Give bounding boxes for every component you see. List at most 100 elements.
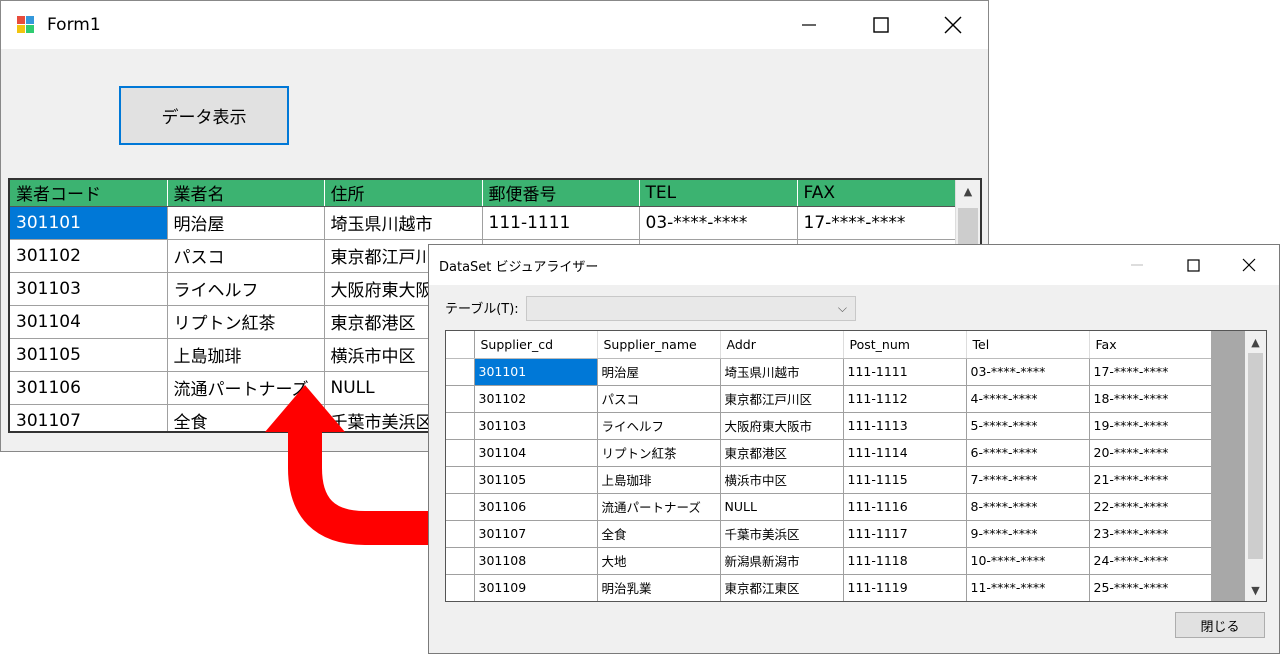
column-header[interactable]: Fax (1089, 331, 1212, 359)
grid-cell[interactable]: 5-****-**** (966, 412, 1090, 440)
column-header[interactable]: TEL (639, 180, 798, 207)
column-header[interactable]: Post_num (843, 331, 967, 359)
grid-cell[interactable]: パスコ (597, 385, 721, 413)
grid-cell[interactable]: 19-****-**** (1089, 412, 1212, 440)
row-header-corner[interactable] (446, 331, 475, 359)
grid-cell[interactable]: 111-1112 (843, 385, 967, 413)
grid-cell[interactable]: 20-****-**** (1089, 439, 1212, 467)
grid-cell[interactable]: 上島珈琲 (167, 338, 325, 372)
grid-cell[interactable]: 6-****-**** (966, 439, 1090, 467)
grid-cell[interactable]: 301106 (474, 493, 598, 521)
column-header[interactable]: 業者コード (10, 180, 168, 207)
grid-cell[interactable]: 111-1113 (843, 412, 967, 440)
grid-cell[interactable]: 千葉市美浜区 (720, 520, 844, 548)
grid-cell[interactable]: 8-****-**** (966, 493, 1090, 521)
grid-cell[interactable]: 111-1116 (843, 493, 967, 521)
row-header[interactable] (446, 439, 475, 467)
table-row[interactable]: 301106 流通パートナーズ NULL 111-1116 8-****-***… (446, 493, 1212, 521)
grid-cell[interactable]: 301107 (10, 404, 168, 431)
grid-cell[interactable]: 明治乳業 (597, 574, 721, 601)
maximize-button[interactable] (1165, 245, 1221, 285)
grid-cell[interactable]: 301101 (474, 358, 598, 386)
row-header[interactable] (446, 358, 475, 386)
table-select[interactable]: ⌵ (526, 296, 856, 321)
grid-cell[interactable]: 全食 (597, 520, 721, 548)
grid-cell[interactable]: 22-****-**** (1089, 493, 1212, 521)
grid-cell[interactable]: 301109 (474, 574, 598, 601)
grid-cell[interactable]: ライヘルフ (167, 272, 325, 306)
grid-cell[interactable]: 明治屋 (597, 358, 721, 386)
grid-cell[interactable]: 301102 (474, 385, 598, 413)
grid-cell[interactable]: 東京都江戸川区 (720, 385, 844, 413)
form1-titlebar[interactable]: Form1 (1, 1, 988, 49)
table-row[interactable]: 301104 リプトン紅茶 東京都港区 111-1114 6-****-****… (446, 439, 1212, 467)
minimize-button[interactable] (773, 1, 845, 49)
grid-cell[interactable]: 埼玉県川越市 (324, 206, 483, 240)
scrollbar-thumb[interactable] (958, 208, 978, 248)
grid-cell[interactable]: 東京都港区 (720, 439, 844, 467)
grid-cell[interactable]: 03-****-**** (639, 206, 798, 240)
grid-cell[interactable]: ライヘルフ (597, 412, 721, 440)
table-row[interactable]: 301108 大地 新潟県新潟市 111-1118 10-****-**** 2… (446, 547, 1212, 575)
scroll-up-icon[interactable]: ▲ (956, 180, 980, 202)
grid-cell[interactable]: 11-****-**** (966, 574, 1090, 601)
grid-cell[interactable]: 上島珈琲 (597, 466, 721, 494)
table-row[interactable]: 301105 上島珈琲 横浜市中区 111-1115 7-****-**** 2… (446, 466, 1212, 494)
grid-cell[interactable]: 流通パートナーズ (597, 493, 721, 521)
column-header[interactable]: FAX (797, 180, 956, 207)
grid-cell[interactable]: 横浜市中区 (720, 466, 844, 494)
grid-cell[interactable]: 23-****-**** (1089, 520, 1212, 548)
grid-cell[interactable]: 111-1117 (843, 520, 967, 548)
visualizer-titlebar[interactable]: DataSet ビジュアライザー (429, 245, 1279, 285)
grid-cell[interactable]: 301105 (474, 466, 598, 494)
column-header[interactable]: 住所 (324, 180, 483, 207)
grid-cell[interactable]: 301106 (10, 371, 168, 405)
table-row[interactable]: 301101 明治屋 埼玉県川越市 111-1111 03-****-**** … (10, 206, 956, 240)
grid-cell[interactable]: 111-1118 (843, 547, 967, 575)
grid-cell[interactable]: 301105 (10, 338, 168, 372)
row-header[interactable] (446, 412, 475, 440)
grid-cell[interactable]: 24-****-**** (1089, 547, 1212, 575)
grid-cell[interactable]: 111-1111 (843, 358, 967, 386)
grid-cell[interactable]: 7-****-**** (966, 466, 1090, 494)
grid-cell[interactable]: 10-****-**** (966, 547, 1090, 575)
grid-cell[interactable]: リプトン紅茶 (597, 439, 721, 467)
grid-cell[interactable]: 25-****-**** (1089, 574, 1212, 601)
grid-cell[interactable]: 111-1111 (482, 206, 640, 240)
grid-cell[interactable]: 301101 (10, 206, 168, 240)
grid-cell[interactable]: 301104 (10, 305, 168, 339)
table-row[interactable]: 301102 パスコ 東京都江戸川区 111-1112 4-****-**** … (446, 385, 1212, 413)
row-header[interactable] (446, 574, 475, 601)
column-header[interactable]: Supplier_cd (474, 331, 598, 359)
grid-cell[interactable]: 大阪府東大阪市 (720, 412, 844, 440)
row-header[interactable] (446, 466, 475, 494)
scrollbar-thumb[interactable] (1248, 353, 1263, 559)
column-header[interactable]: Addr (720, 331, 844, 359)
grid-cell[interactable]: 301103 (474, 412, 598, 440)
close-button[interactable] (1221, 245, 1277, 285)
grid-cell[interactable]: 301102 (10, 239, 168, 273)
scroll-down-icon[interactable]: ▼ (1245, 579, 1266, 601)
grid-cell[interactable]: 111-1115 (843, 466, 967, 494)
grid-cell[interactable]: 301104 (474, 439, 598, 467)
column-header[interactable]: 業者名 (167, 180, 325, 207)
maximize-button[interactable] (845, 1, 917, 49)
grid-cell[interactable]: 明治屋 (167, 206, 325, 240)
grid-cell[interactable]: 301103 (10, 272, 168, 306)
grid-cell[interactable]: 03-****-**** (966, 358, 1090, 386)
row-header[interactable] (446, 385, 475, 413)
column-header[interactable]: Supplier_name (597, 331, 721, 359)
show-data-button[interactable]: データ表示 (119, 86, 289, 145)
grid-cell[interactable]: 4-****-**** (966, 385, 1090, 413)
column-header[interactable]: 郵便番号 (482, 180, 640, 207)
row-header[interactable] (446, 520, 475, 548)
grid-cell[interactable]: 新潟県新潟市 (720, 547, 844, 575)
grid-cell[interactable]: 301107 (474, 520, 598, 548)
grid-cell[interactable]: 埼玉県川越市 (720, 358, 844, 386)
table-row[interactable]: 301103 ライヘルフ 大阪府東大阪市 111-1113 5-****-***… (446, 412, 1212, 440)
close-dialog-button[interactable]: 閉じる (1175, 612, 1265, 638)
grid-cell[interactable]: パスコ (167, 239, 325, 273)
grid-cell[interactable]: 111-1114 (843, 439, 967, 467)
table-row[interactable]: 301107 全食 千葉市美浜区 111-1117 9-****-**** 23… (446, 520, 1212, 548)
scroll-up-icon[interactable]: ▲ (1245, 331, 1266, 353)
